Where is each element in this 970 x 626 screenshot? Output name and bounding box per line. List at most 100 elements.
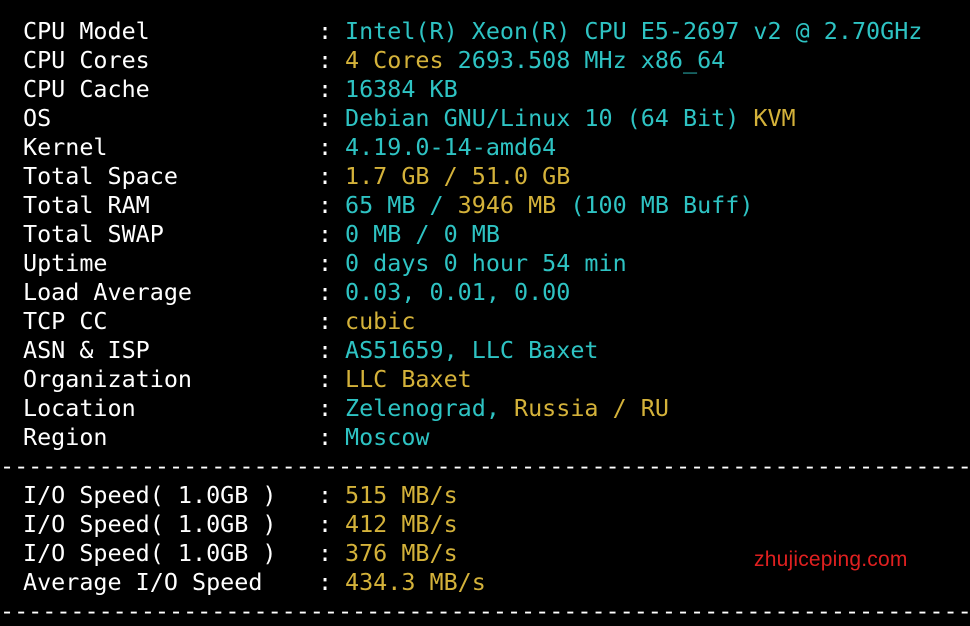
row-label: CPU Cache	[23, 75, 150, 103]
row-value: 16384 KB	[345, 75, 458, 104]
value-segment: KVM	[753, 104, 796, 132]
row-value: 434.3 MB/s	[345, 568, 486, 597]
row-separator: :	[318, 423, 333, 451]
row-value: Debian GNU/Linux 10 (64 Bit) KVM	[345, 104, 796, 133]
row-separator: :	[318, 249, 333, 277]
watermark-text: zhujiceping.com	[754, 548, 908, 571]
row-label: TCP CC	[23, 307, 108, 335]
value-segment: 51.0 GB	[471, 162, 571, 190]
info-row: ASN & ISP: AS51659, LLC Baxet	[23, 336, 963, 365]
row-separator: :	[318, 336, 333, 364]
value-segment: 0.03, 0.01, 0.00	[345, 278, 571, 306]
info-row: Location: Zelenograd, Russia / RU	[23, 394, 963, 423]
value-segment: Moscow	[345, 423, 430, 451]
value-segment: 4.19.0-14-amd64	[345, 133, 557, 161]
row-value: 4.19.0-14-amd64	[345, 133, 556, 162]
value-segment: 16384 KB	[345, 75, 458, 103]
row-value: 515 MB/s	[345, 481, 458, 510]
row-label: Load Average	[23, 278, 192, 306]
value-segment: cubic	[345, 307, 416, 335]
row-value: 65 MB / 3946 MB (100 MB Buff)	[345, 191, 753, 220]
row-label: Total Space	[23, 162, 178, 190]
row-value: 376 MB/s	[345, 539, 458, 568]
row-value: 412 MB/s	[345, 510, 458, 539]
row-label: Total SWAP	[23, 220, 164, 248]
info-row: Organization: LLC Baxet	[23, 365, 963, 394]
value-segment: 515 MB/s	[345, 481, 458, 509]
row-label: I/O Speed( 1.0GB )	[23, 481, 277, 509]
row-label: OS	[23, 104, 52, 132]
value-segment: 2693.508 MHz x86_64	[457, 46, 726, 74]
value-segment: 3946 MB	[457, 191, 557, 219]
value-segment: Intel(R) Xeon(R) CPU E5-2697 v2 @ 2.70GH…	[345, 17, 923, 45]
row-label: I/O Speed( 1.0GB )	[23, 510, 277, 538]
value-segment: 434.3 MB/s	[345, 568, 486, 596]
info-row: Uptime:0 days 0 hour 54 min	[23, 249, 963, 278]
row-separator: :	[318, 104, 333, 132]
row-separator: :	[318, 191, 333, 219]
io-row: I/O Speed( 1.0GB ):412 MB/s	[23, 510, 963, 539]
row-label: Uptime	[23, 249, 108, 277]
row-value: Moscow	[345, 423, 430, 452]
row-label: I/O Speed( 1.0GB )	[23, 539, 277, 567]
row-separator: :	[318, 307, 333, 335]
row-separator: :	[318, 481, 333, 509]
row-value: Zelenograd, Russia / RU	[345, 394, 669, 423]
io-row: Average I/O Speed:434.3 MB/s	[23, 568, 963, 597]
value-segment: Debian GNU/Linux 10 (64 Bit)	[345, 104, 754, 132]
value-segment: (100 MB Buff)	[556, 191, 754, 219]
row-label: Organization	[23, 365, 192, 393]
row-value: 0.03, 0.01, 0.00	[345, 278, 570, 307]
divider-top: ----------------------------------------…	[0, 0, 970, 10]
row-separator: :	[318, 539, 333, 567]
info-row: Load Average:0.03, 0.01, 0.00	[23, 278, 963, 307]
row-value: 0 MB / 0 MB	[345, 220, 500, 249]
value-segment: LLC Baxet	[345, 365, 472, 393]
row-label: CPU Model	[23, 17, 150, 45]
row-separator: :	[318, 568, 333, 596]
io-row: I/O Speed( 1.0GB ):515 MB/s	[23, 481, 963, 510]
value-segment: 376 MB/s	[345, 539, 458, 567]
row-separator: :	[318, 220, 333, 248]
row-separator: :	[318, 75, 333, 103]
info-row: CPU Model: Intel(R) Xeon(R) CPU E5-2697 v…	[23, 17, 963, 46]
row-label: ASN & ISP	[23, 336, 150, 364]
row-separator: :	[318, 162, 333, 190]
info-row: Total Space:1.7 GB / 51.0 GB	[23, 162, 963, 191]
row-separator: :	[318, 394, 333, 422]
row-separator: :	[318, 510, 333, 538]
row-value: AS51659, LLC Baxet	[345, 336, 598, 365]
row-separator: :	[318, 17, 333, 45]
value-segment: 65 MB /	[345, 191, 458, 219]
value-segment: 1.7 GB /	[345, 162, 472, 190]
info-row: Total SWAP:0 MB / 0 MB	[23, 220, 963, 249]
row-label: Region	[23, 423, 108, 451]
row-value: LLC Baxet	[345, 365, 472, 394]
value-segment: 412 MB/s	[345, 510, 458, 538]
divider-bottom: ----------------------------------------…	[0, 597, 970, 625]
row-value: 1.7 GB / 51.0 GB	[345, 162, 570, 191]
row-value: cubic	[345, 307, 415, 336]
io-speed-section: I/O Speed( 1.0GB ):515 MB/s I/O Speed( 1.…	[23, 481, 963, 597]
row-separator: :	[318, 133, 333, 161]
value-segment: Zelenograd,	[345, 394, 514, 422]
row-label: Total RAM	[23, 191, 150, 219]
row-separator: :	[318, 365, 333, 393]
row-separator: :	[318, 278, 333, 306]
row-value: 4 Cores 2693.508 MHz x86_64	[345, 46, 725, 75]
system-info-section: CPU Model: Intel(R) Xeon(R) CPU E5-2697 v…	[23, 17, 963, 452]
info-row: TCP CC: cubic	[23, 307, 963, 336]
info-row: OS: Debian GNU/Linux 10 (64 Bit) KVM	[23, 104, 963, 133]
value-segment: Russia / RU	[514, 394, 669, 422]
row-label: Kernel	[23, 133, 108, 161]
value-segment: 0 MB / 0 MB	[345, 220, 500, 248]
row-label: Location	[23, 394, 136, 422]
info-row: CPU Cores:4 Cores 2693.508 MHz x86_64	[23, 46, 963, 75]
terminal-window: ----------------------------------------…	[0, 0, 970, 625]
row-value: 0 days 0 hour 54 min	[345, 249, 627, 278]
row-label: CPU Cores	[23, 46, 150, 74]
divider-middle: ----------------------------------------…	[0, 452, 970, 480]
row-value: Intel(R) Xeon(R) CPU E5-2697 v2 @ 2.70GH…	[345, 17, 922, 46]
row-separator: :	[318, 46, 333, 74]
info-row: CPU Cache:16384 KB	[23, 75, 963, 104]
